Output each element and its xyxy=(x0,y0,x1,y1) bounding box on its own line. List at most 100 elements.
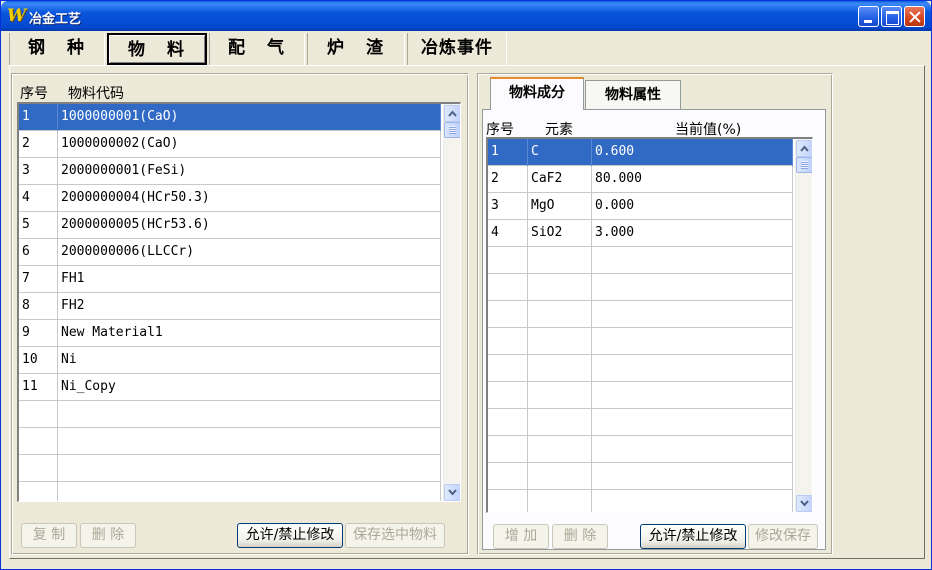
scroll-thumb[interactable] xyxy=(444,122,460,138)
minimize-button[interactable] xyxy=(858,6,879,27)
table-row[interactable] xyxy=(19,428,441,455)
value-cell[interactable] xyxy=(592,490,793,512)
material-code-cell[interactable] xyxy=(58,401,441,428)
table-row[interactable] xyxy=(488,382,793,409)
scroll-thumb[interactable] xyxy=(796,157,812,173)
value-cell[interactable] xyxy=(592,409,793,436)
value-cell[interactable]: 0.000 xyxy=(592,193,793,220)
table-row[interactable]: 7 FH1 xyxy=(19,266,441,293)
element-cell[interactable]: CaF2 xyxy=(528,166,592,193)
delete-element-button[interactable]: 删 除 xyxy=(552,524,608,549)
close-button[interactable] xyxy=(904,6,925,27)
element-cell[interactable] xyxy=(528,382,592,409)
value-cell[interactable] xyxy=(592,247,793,274)
table-row[interactable]: 4 2000000004(HCr50.3) xyxy=(19,185,441,212)
table-row[interactable]: 6 2000000006(LLCCr) xyxy=(19,239,441,266)
value-cell[interactable] xyxy=(592,382,793,409)
composition-scrollbar[interactable] xyxy=(795,139,812,512)
element-cell[interactable] xyxy=(528,409,592,436)
toggle-edit-button[interactable]: 允许/禁止修改 xyxy=(237,523,343,548)
table-row[interactable]: 9 New Material1 xyxy=(19,320,441,347)
table-row[interactable] xyxy=(19,401,441,428)
table-row[interactable] xyxy=(488,490,793,512)
value-cell[interactable]: 0.600 xyxy=(592,139,793,166)
subtab-properties[interactable]: 物料属性 xyxy=(585,80,681,110)
table-row[interactable] xyxy=(488,436,793,463)
subtab-composition[interactable]: 物料成分 xyxy=(490,77,584,110)
delete-material-button[interactable]: 删 除 xyxy=(80,523,136,548)
scroll-up-button[interactable] xyxy=(444,105,460,122)
table-row[interactable]: 1 1000000001(CaO) xyxy=(19,104,441,131)
element-cell[interactable] xyxy=(528,436,592,463)
table-row[interactable] xyxy=(488,409,793,436)
material-code-cell[interactable]: 1000000001(CaO) xyxy=(58,104,441,131)
material-code-cell[interactable] xyxy=(58,482,441,501)
value-cell[interactable] xyxy=(592,328,793,355)
material-code-cell[interactable]: 2000000005(HCr53.6) xyxy=(58,212,441,239)
copy-button[interactable]: 复 制 xyxy=(21,523,77,548)
material-code-cell[interactable]: Ni_Copy xyxy=(58,374,441,401)
element-cell[interactable] xyxy=(528,355,592,382)
table-row[interactable] xyxy=(488,355,793,382)
table-row[interactable] xyxy=(19,455,441,482)
table-row[interactable]: 1 C 0.600 xyxy=(488,139,793,166)
title-bar[interactable]: W 冶金工艺 xyxy=(1,1,931,31)
material-code-cell[interactable] xyxy=(58,455,441,482)
element-cell[interactable] xyxy=(528,490,592,512)
scroll-down-button[interactable] xyxy=(444,484,460,501)
material-code-cell[interactable]: FH2 xyxy=(58,293,441,320)
table-row[interactable]: 10 Ni xyxy=(19,347,441,374)
element-cell[interactable]: SiO2 xyxy=(528,220,592,247)
table-row[interactable]: 5 2000000005(HCr53.6) xyxy=(19,212,441,239)
table-row[interactable]: 4 SiO2 3.000 xyxy=(488,220,793,247)
element-cell[interactable] xyxy=(528,463,592,490)
element-cell[interactable] xyxy=(528,301,592,328)
table-row[interactable] xyxy=(488,328,793,355)
save-selected-material-button[interactable]: 保存选中物料 xyxy=(345,523,445,548)
table-row[interactable] xyxy=(488,247,793,274)
table-row[interactable]: 3 2000000001(FeSi) xyxy=(19,158,441,185)
table-row[interactable]: 11 Ni_Copy xyxy=(19,374,441,401)
table-row[interactable]: 2 1000000002(CaO) xyxy=(19,131,441,158)
tab-steel-grade[interactable]: 钢 种 xyxy=(9,33,105,65)
material-code-cell[interactable]: FH1 xyxy=(58,266,441,293)
save-changes-button[interactable]: 修改保存 xyxy=(748,524,818,549)
value-cell[interactable] xyxy=(592,463,793,490)
element-cell[interactable]: MgO xyxy=(528,193,592,220)
table-row[interactable] xyxy=(488,301,793,328)
table-row[interactable]: 3 MgO 0.000 xyxy=(488,193,793,220)
add-element-button[interactable]: 增 加 xyxy=(493,524,549,549)
scroll-up-button[interactable] xyxy=(796,140,812,157)
table-row[interactable] xyxy=(488,463,793,490)
material-code-cell[interactable]: 2000000001(FeSi) xyxy=(58,158,441,185)
tab-gas[interactable]: 配 气 xyxy=(209,33,305,65)
table-row[interactable]: 8 FH2 xyxy=(19,293,441,320)
maximize-button[interactable] xyxy=(881,6,902,27)
material-code-cell[interactable]: 2000000006(LLCCr) xyxy=(58,239,441,266)
tab-smelting-events[interactable]: 冶炼事件 xyxy=(407,33,507,65)
table-row[interactable] xyxy=(19,482,441,501)
element-cell[interactable] xyxy=(528,274,592,301)
material-code-cell[interactable]: 1000000002(CaO) xyxy=(58,131,441,158)
value-cell[interactable] xyxy=(592,274,793,301)
element-cell[interactable]: C xyxy=(528,139,592,166)
material-code-cell[interactable]: 2000000004(HCr50.3) xyxy=(58,185,441,212)
table-row[interactable] xyxy=(488,274,793,301)
value-cell[interactable] xyxy=(592,355,793,382)
element-cell[interactable] xyxy=(528,328,592,355)
materials-scrollbar[interactable] xyxy=(443,104,460,501)
material-code-cell[interactable] xyxy=(58,428,441,455)
tab-materials[interactable]: 物 料 xyxy=(107,33,207,65)
tab-slag[interactable]: 炉 渣 xyxy=(307,33,405,65)
value-cell[interactable]: 3.000 xyxy=(592,220,793,247)
scroll-down-button[interactable] xyxy=(796,495,812,512)
value-cell[interactable] xyxy=(592,301,793,328)
value-cell[interactable]: 80.000 xyxy=(592,166,793,193)
materials-grid[interactable]: 1 1000000001(CaO) 2 1000000002(CaO) 3 2000000… xyxy=(17,102,461,502)
material-code-cell[interactable]: New Material1 xyxy=(58,320,441,347)
toggle-edit-composition-button[interactable]: 允许/禁止修改 xyxy=(640,524,746,549)
table-row[interactable]: 2 CaF2 80.000 xyxy=(488,166,793,193)
material-code-cell[interactable]: Ni xyxy=(58,347,441,374)
element-cell[interactable] xyxy=(528,247,592,274)
composition-grid[interactable]: 1 C 0.600 2 CaF2 80.000 3 MgO 0.000 4 SiO2 3.000 xyxy=(486,137,813,513)
